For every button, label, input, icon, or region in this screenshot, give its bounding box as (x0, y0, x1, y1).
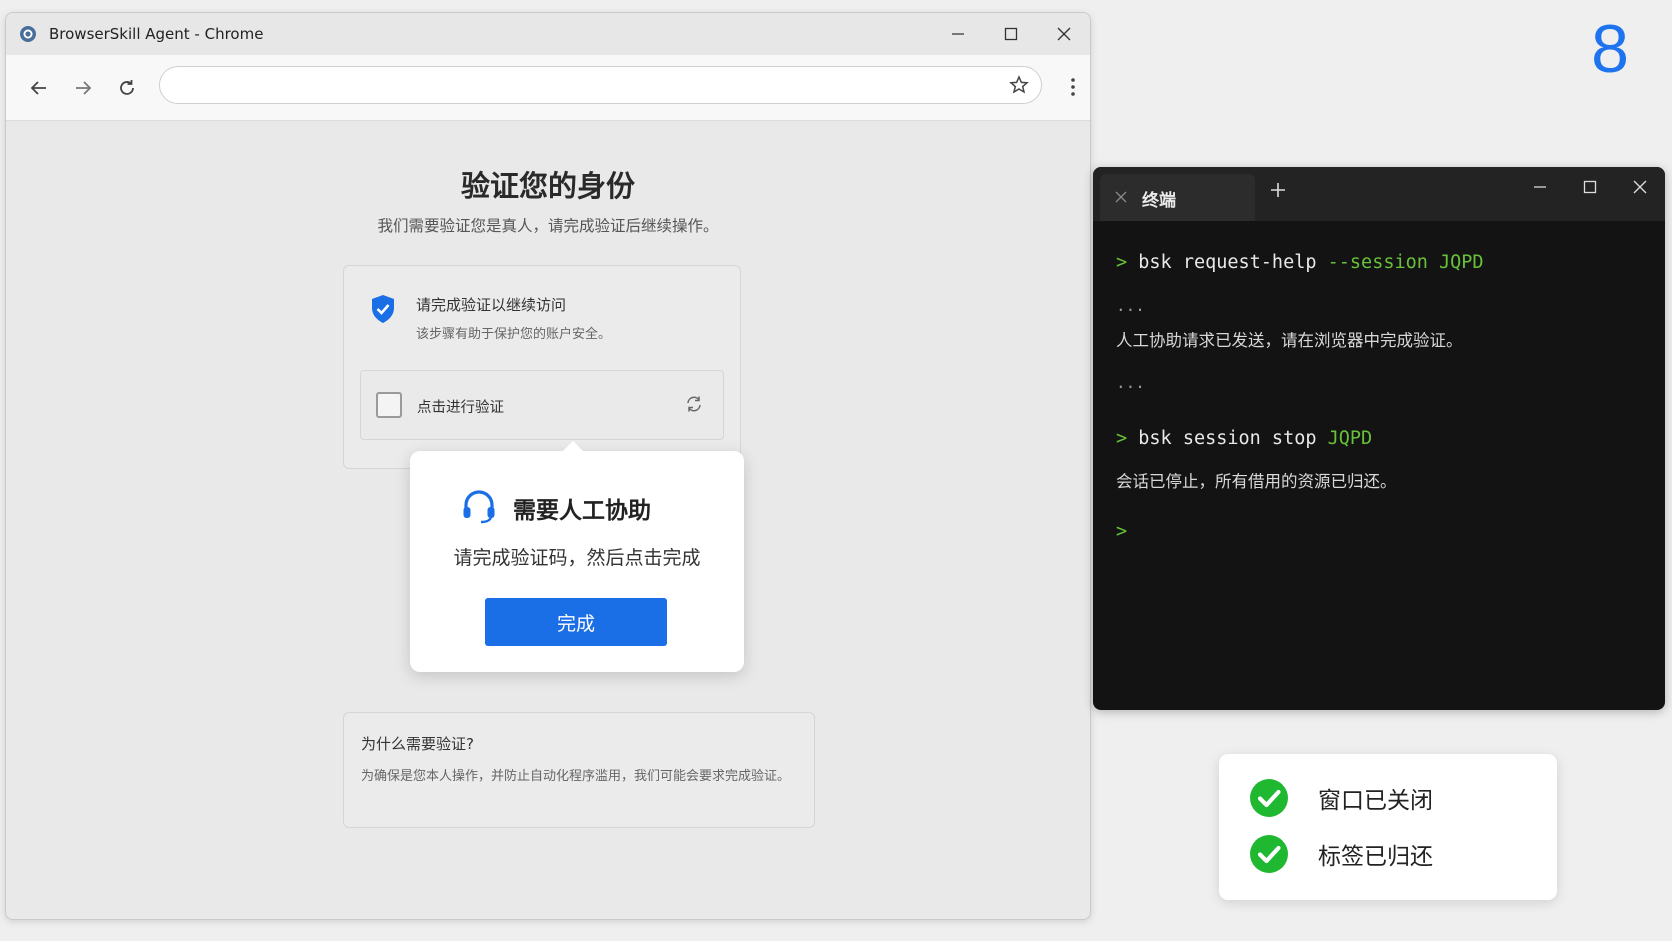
browser-toolbar (6, 55, 1090, 121)
chrome-app-icon (20, 26, 36, 42)
why-verify-text: 为确保是您本人操作，并防止自动化程序滥用，我们可能会要求完成验证。 (361, 769, 791, 784)
close-button[interactable] (1037, 13, 1090, 55)
arrow-left-icon (30, 80, 46, 95)
status-card: 窗口已关闭 标签已归还 (1219, 754, 1557, 900)
status-item: 标签已归还 (1249, 833, 1433, 875)
captcha-widget[interactable]: 点击进行验证 (360, 370, 724, 440)
captcha-checkbox[interactable] (376, 392, 402, 418)
page-viewport: 验证您的身份 我们需要验证您是真人，请完成验证后继续操作。 请完成验证以继续访问… (6, 121, 1090, 919)
terminal-ellipsis: ... (1116, 296, 1145, 315)
status-item: 窗口已关闭 (1249, 777, 1433, 819)
shield-check-icon (372, 295, 394, 323)
bookmark-star-icon[interactable] (1009, 75, 1029, 95)
page-title: 验证您的身份 (460, 169, 635, 203)
popup-title: 需要人工协助 (513, 498, 651, 524)
terminal-prompt: > (1116, 428, 1128, 449)
status-text: 窗口已关闭 (1318, 788, 1433, 814)
command-text: bsk request-help (1138, 252, 1317, 273)
close-icon (1633, 180, 1647, 194)
maximize-icon (1004, 27, 1017, 41)
terminal-prompt-line: > (1116, 521, 1127, 542)
tab-close-icon[interactable] (1115, 191, 1127, 203)
command-argument: --session JQPD (1327, 252, 1484, 273)
maximize-button[interactable] (984, 13, 1037, 55)
verification-heading: 请完成验证以继续访问 (416, 296, 567, 314)
step-number: 8 (1591, 11, 1629, 87)
new-tab-plus-icon[interactable] (1269, 181, 1287, 199)
popup-message: 请完成验证码，然后点击完成 (453, 547, 701, 569)
terminal-output-line: 会话已停止，所有借用的资源已归还。 (1116, 472, 1397, 491)
maximize-icon (1583, 180, 1597, 194)
terminal-output[interactable]: > bsk request-help --session JQPD ... 人工… (1116, 221, 1665, 710)
refresh-icon[interactable] (685, 395, 703, 413)
verification-description: 该步骤有助于保护您的账户安全。 (416, 327, 612, 342)
close-icon (1057, 27, 1070, 41)
terminal-command-line: > bsk session stop JQPD (1116, 428, 1372, 449)
back-button[interactable] (17, 66, 61, 110)
browser-window: BrowserSkill Agent - Chrome 验证您的身份 我们需要验… (5, 12, 1091, 920)
terminal-tabbar: 终端 (1093, 167, 1665, 221)
check-circle-icon (1250, 835, 1288, 873)
verification-card: 请完成验证以继续访问 该步骤有助于保护您的账户安全。 点击进行验证 (343, 265, 741, 469)
check-circle-icon (1250, 779, 1288, 817)
terminal-close-button[interactable] (1615, 167, 1665, 207)
reload-icon (120, 79, 134, 95)
why-verify-title: 为什么需要验证? (361, 735, 474, 753)
terminal-command-line: > bsk request-help --session JQPD (1116, 252, 1484, 273)
terminal-window: 终端 > bsk request-help --session JQPD ...… (1093, 167, 1665, 710)
terminal-minimize-button[interactable] (1515, 167, 1565, 207)
reload-button[interactable] (105, 66, 149, 110)
popup-caret (562, 441, 584, 452)
status-text: 标签已归还 (1318, 844, 1433, 870)
captcha-label: 点击进行验证 (417, 400, 504, 416)
browser-titlebar: BrowserSkill Agent - Chrome (6, 13, 1090, 55)
window-title: BrowserSkill Agent - Chrome (49, 25, 264, 43)
minimize-icon (951, 33, 964, 35)
minimize-icon (1534, 186, 1546, 188)
terminal-prompt: > (1116, 521, 1128, 542)
terminal-ellipsis: ... (1116, 373, 1145, 392)
arrow-right-icon (76, 80, 92, 95)
done-button[interactable]: 完成 (485, 598, 667, 646)
human-assist-popup: 需要人工协助 请完成验证码，然后点击完成 完成 (410, 441, 744, 672)
window-controls (931, 13, 1090, 55)
why-verify-card: 为什么需要验证? 为确保是您本人操作，并防止自动化程序滥用，我们可能会要求完成验… (343, 712, 815, 828)
forward-button[interactable] (61, 66, 105, 110)
terminal-tab[interactable]: 终端 (1100, 174, 1255, 221)
minimize-button[interactable] (931, 13, 984, 55)
terminal-tab-label: 终端 (1142, 191, 1176, 211)
page-subtitle: 我们需要验证您是真人，请完成验证后继续操作。 (377, 217, 719, 235)
address-bar[interactable] (159, 66, 1042, 104)
terminal-maximize-button[interactable] (1565, 167, 1615, 207)
terminal-window-controls (1515, 167, 1665, 207)
command-argument: JQPD (1327, 428, 1373, 449)
terminal-output-line: 人工协助请求已发送，请在浏览器中完成验证。 (1116, 331, 1463, 350)
headset-icon (463, 490, 495, 524)
more-menu-icon[interactable] (1070, 77, 1076, 97)
terminal-prompt: > (1116, 252, 1128, 273)
command-text: bsk session stop (1138, 428, 1317, 449)
